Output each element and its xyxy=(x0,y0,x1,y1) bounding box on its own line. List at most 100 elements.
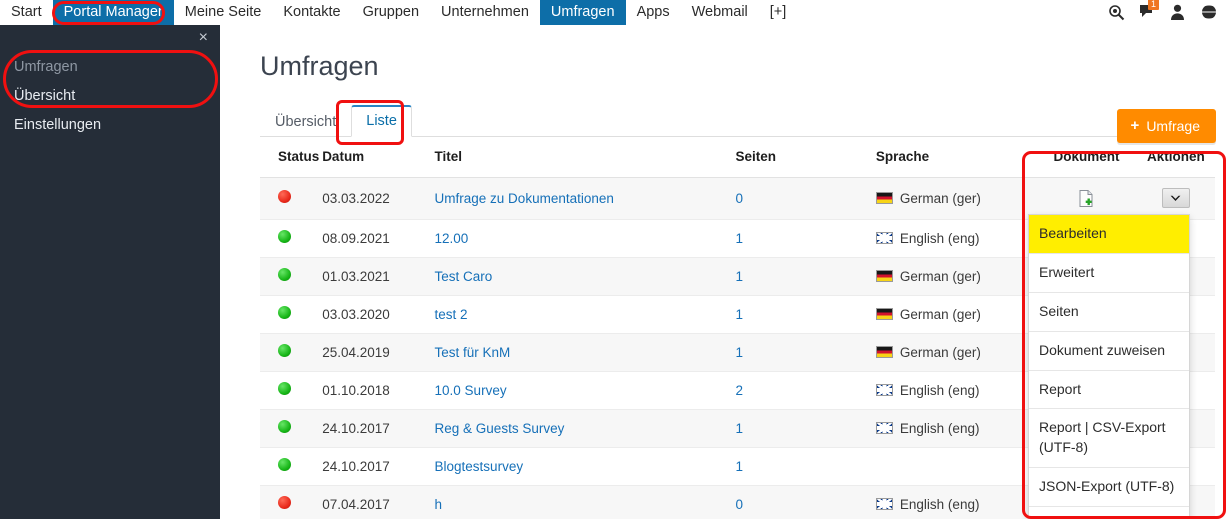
cell-sprache: German (ger) xyxy=(875,177,1037,220)
cell-status xyxy=(260,333,323,372)
tab-uebersicht[interactable]: Übersicht xyxy=(260,107,351,137)
sidebar-section-heading: Umfragen xyxy=(14,59,78,75)
tab-liste[interactable]: Liste xyxy=(351,105,412,137)
flag-gb-icon xyxy=(875,384,893,396)
search-icon[interactable] xyxy=(1108,4,1125,21)
document-add-icon[interactable] xyxy=(1079,189,1094,207)
language-label: English (eng) xyxy=(899,496,980,512)
nav-item-label: Meine Seite xyxy=(184,4,262,20)
survey-title-link[interactable]: Blogtestsurvey xyxy=(435,459,524,474)
nav-item-meine-seite[interactable]: Meine Seite xyxy=(174,0,273,25)
nav-item-unternehmen[interactable]: Unternehmen xyxy=(430,0,540,25)
flag-de-icon xyxy=(875,308,893,320)
survey-title-link[interactable]: Test Caro xyxy=(435,269,493,284)
cell-datum: 03.03.2022 xyxy=(322,177,435,220)
tab-bar: Übersicht Liste xyxy=(260,104,1215,137)
language-label: English (eng) xyxy=(899,382,980,398)
seiten-count-link[interactable]: 1 xyxy=(735,307,743,322)
user-icon[interactable] xyxy=(1170,4,1187,21)
menu-item-bearbeiten[interactable]: Bearbeiten xyxy=(1029,215,1189,254)
cell-status xyxy=(260,219,323,258)
column-header-dokument: Dokument xyxy=(1036,137,1137,178)
nav-item-label: Webmail xyxy=(691,4,748,20)
cell-titel: Umfrage zu Dokumentationen xyxy=(434,177,736,220)
status-red-icon xyxy=(278,190,291,203)
table-head: Status Datum Titel Seiten Sprache Dokume… xyxy=(260,137,1215,178)
chat-icon[interactable]: 1 xyxy=(1139,0,1160,21)
survey-title-link[interactable]: test 2 xyxy=(435,307,468,322)
menu-item-dokument-zuweisen[interactable]: Dokument zuweisen xyxy=(1029,332,1189,371)
menu-item-json-export-utf-8[interactable]: JSON-Export (UTF-8) xyxy=(1029,468,1189,507)
nav-item-start[interactable]: Start xyxy=(0,0,53,25)
nav-item-portal-manager[interactable]: Portal Manager xyxy=(52,0,174,25)
sidebar-item-uebersicht[interactable]: Übersicht xyxy=(0,75,220,104)
cell-datum: 01.03.2021 xyxy=(322,257,435,296)
tab-label: Liste xyxy=(366,113,397,129)
menu-item-report[interactable]: Report xyxy=(1029,371,1189,410)
chevron-down-icon[interactable] xyxy=(1161,188,1190,208)
nav-item-add-more[interactable]: [+] xyxy=(759,0,798,25)
menu-item-seiten[interactable]: Seiten xyxy=(1029,293,1189,332)
language-label: German (ger) xyxy=(899,190,981,206)
cell-status xyxy=(260,447,323,486)
seiten-count-link[interactable]: 0 xyxy=(735,497,743,512)
status-green-icon xyxy=(278,458,291,471)
cell-datum: 03.03.2020 xyxy=(322,295,435,334)
nav-item-label: Umfragen xyxy=(550,4,615,20)
menu-item-erweitert[interactable]: Erweitert xyxy=(1029,254,1189,293)
sidebar-item-einstellungen[interactable]: Einstellungen xyxy=(0,104,220,133)
flag-gb-icon xyxy=(875,232,893,244)
column-header-aktionen: Aktionen xyxy=(1136,137,1215,178)
status-green-icon xyxy=(278,382,291,395)
nav-item-webmail[interactable]: Webmail xyxy=(681,0,759,25)
survey-title-link[interactable]: h xyxy=(435,497,443,512)
cell-sprache: English (eng) xyxy=(875,485,1037,519)
survey-title-link[interactable]: 10.0 Survey xyxy=(435,383,507,398)
survey-title-link[interactable]: 12.00 xyxy=(435,231,469,246)
tab-label: Übersicht xyxy=(275,114,337,130)
nav-item-apps[interactable]: Apps xyxy=(626,0,681,25)
language-label: German (ger) xyxy=(899,306,981,322)
seiten-count-link[interactable]: 0 xyxy=(735,191,743,206)
nav-item-label: Apps xyxy=(636,4,670,20)
close-icon[interactable]: × xyxy=(199,30,208,46)
seiten-count-link[interactable]: 2 xyxy=(735,383,743,398)
nav-item-label: Gruppen xyxy=(362,4,420,20)
column-header-status: Status xyxy=(260,137,323,178)
cell-seiten: 1 xyxy=(735,409,876,448)
menu-item-report-csv-export-utf-8[interactable]: Report | CSV-Export (UTF-8) xyxy=(1029,409,1189,469)
cell-datum: 07.04.2017 xyxy=(322,485,435,519)
cell-titel: Test Caro xyxy=(434,257,736,296)
actions-dropdown-menu: Bearbeiten Erweitert Seiten Dokument zuweis… xyxy=(1028,214,1190,519)
seiten-count-link[interactable]: 1 xyxy=(735,231,743,246)
cell-sprache: German (ger) xyxy=(875,333,1037,372)
globe-icon[interactable] xyxy=(1198,4,1220,21)
status-green-icon xyxy=(278,268,291,281)
nav-item-label: [+] xyxy=(769,4,787,20)
seiten-count-link[interactable]: 1 xyxy=(735,459,743,474)
nav-item-umfragen[interactable]: Umfragen xyxy=(539,0,626,25)
nav-item-kontakte[interactable]: Kontakte xyxy=(272,0,351,25)
plus-icon: + xyxy=(1130,117,1140,134)
cell-seiten: 0 xyxy=(735,485,876,519)
column-header-sprache: Sprache xyxy=(875,137,1037,178)
top-nav-icon-group: 1 xyxy=(1108,0,1226,25)
column-header-titel: Titel xyxy=(434,137,736,178)
survey-title-link[interactable]: Umfrage zu Dokumentationen xyxy=(435,191,614,206)
cell-status xyxy=(260,485,323,519)
cell-sprache: German (ger) xyxy=(875,257,1037,296)
survey-title-link[interactable]: Test für KnM xyxy=(435,345,511,360)
cell-sprache: German (ger) xyxy=(875,295,1037,334)
status-green-icon xyxy=(278,344,291,357)
top-navigation-bar: Start Portal Manager Meine Seite Kontakt… xyxy=(0,0,1230,25)
cell-seiten: 1 xyxy=(735,447,876,486)
seiten-count-link[interactable]: 1 xyxy=(735,269,743,284)
survey-title-link[interactable]: Reg & Guests Survey xyxy=(435,421,565,436)
cell-datum: 08.09.2021 xyxy=(322,219,435,258)
cell-titel: h xyxy=(434,485,736,519)
seiten-count-link[interactable]: 1 xyxy=(735,421,743,436)
seiten-count-link[interactable]: 1 xyxy=(735,345,743,360)
menu-item-l-schen[interactable]: Löschen xyxy=(1029,507,1189,519)
cell-datum: 25.04.2019 xyxy=(322,333,435,372)
nav-item-gruppen[interactable]: Gruppen xyxy=(352,0,430,25)
